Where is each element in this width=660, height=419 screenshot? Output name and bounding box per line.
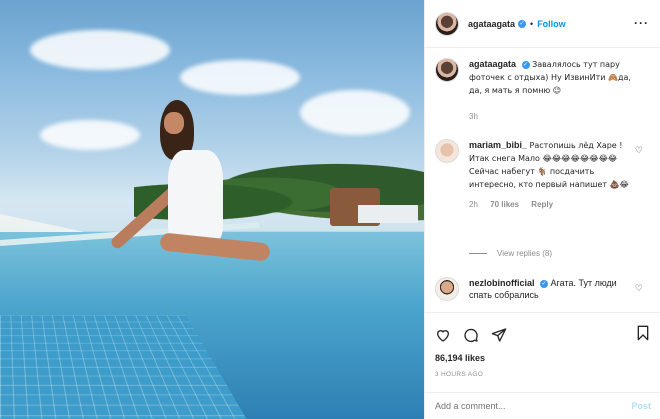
verified-icon: ✓ [521,60,530,69]
post-time[interactable]: 3 HOURS AGO [435,371,651,378]
add-comment-bar: Post [425,392,660,419]
comments-list: agataagata ✓ Завалялось тут пару фоточек… [425,49,660,312]
avatar[interactable] [435,277,459,301]
replies-line [469,253,487,254]
caption-username[interactable]: agataagata [469,59,516,69]
comment: nezlobinofficial ✓ Агата. Тут люди спать… [435,277,639,301]
comment-input[interactable] [435,401,632,411]
view-replies-label[interactable]: View replies (8) [497,249,552,258]
like-comment-icon[interactable]: ♡ [635,145,643,156]
post-photo[interactable] [0,0,424,419]
woman-face [164,112,184,134]
post-actions: 86,194 likes 3 HOURS AGO [425,312,660,392]
avatar[interactable] [435,139,459,163]
separator-dot: • [530,18,534,29]
comment-time[interactable]: 2h [469,200,478,209]
more-options-icon[interactable]: ··· [634,16,649,30]
avatar[interactable] [435,58,459,82]
comment: mariam_bibi_ Растопишь лёд Харе ! Итак с… [435,139,639,211]
cloud [180,60,300,95]
post-button[interactable]: Post [631,401,651,411]
comment-username[interactable]: nezlobinofficial [469,278,535,288]
follow-button[interactable]: Follow [537,19,566,29]
cloud [40,120,140,150]
post-header: agataagata ✓ • Follow ··· [425,0,660,48]
likes-count[interactable]: 86,194 likes [435,353,651,363]
cloud [300,90,410,135]
comment-icon[interactable] [463,327,479,343]
share-icon[interactable] [491,327,507,343]
caption-time[interactable]: 3h [469,112,478,121]
post-panel: agataagata ✓ • Follow ··· agataagata ✓ З… [424,0,660,419]
verified-icon: ✓ [540,279,549,288]
comment-likes[interactable]: 70 likes [490,200,519,209]
bookmark-icon[interactable] [635,325,651,341]
like-comment-icon[interactable]: ♡ [635,283,643,294]
cloud [30,30,170,70]
verified-icon: ✓ [518,19,527,28]
comment-username[interactable]: mariam_bibi_ [469,140,527,150]
reply-button[interactable]: Reply [531,200,553,209]
sunbeds [358,205,418,223]
view-replies[interactable]: View replies (8) [469,249,552,258]
avatar[interactable] [435,11,459,36]
woman-swimsuit [168,150,223,245]
username[interactable]: agataagata [468,19,515,29]
heart-icon[interactable] [435,327,451,343]
caption: agataagata ✓ Завалялось тут пару фоточек… [435,58,639,123]
